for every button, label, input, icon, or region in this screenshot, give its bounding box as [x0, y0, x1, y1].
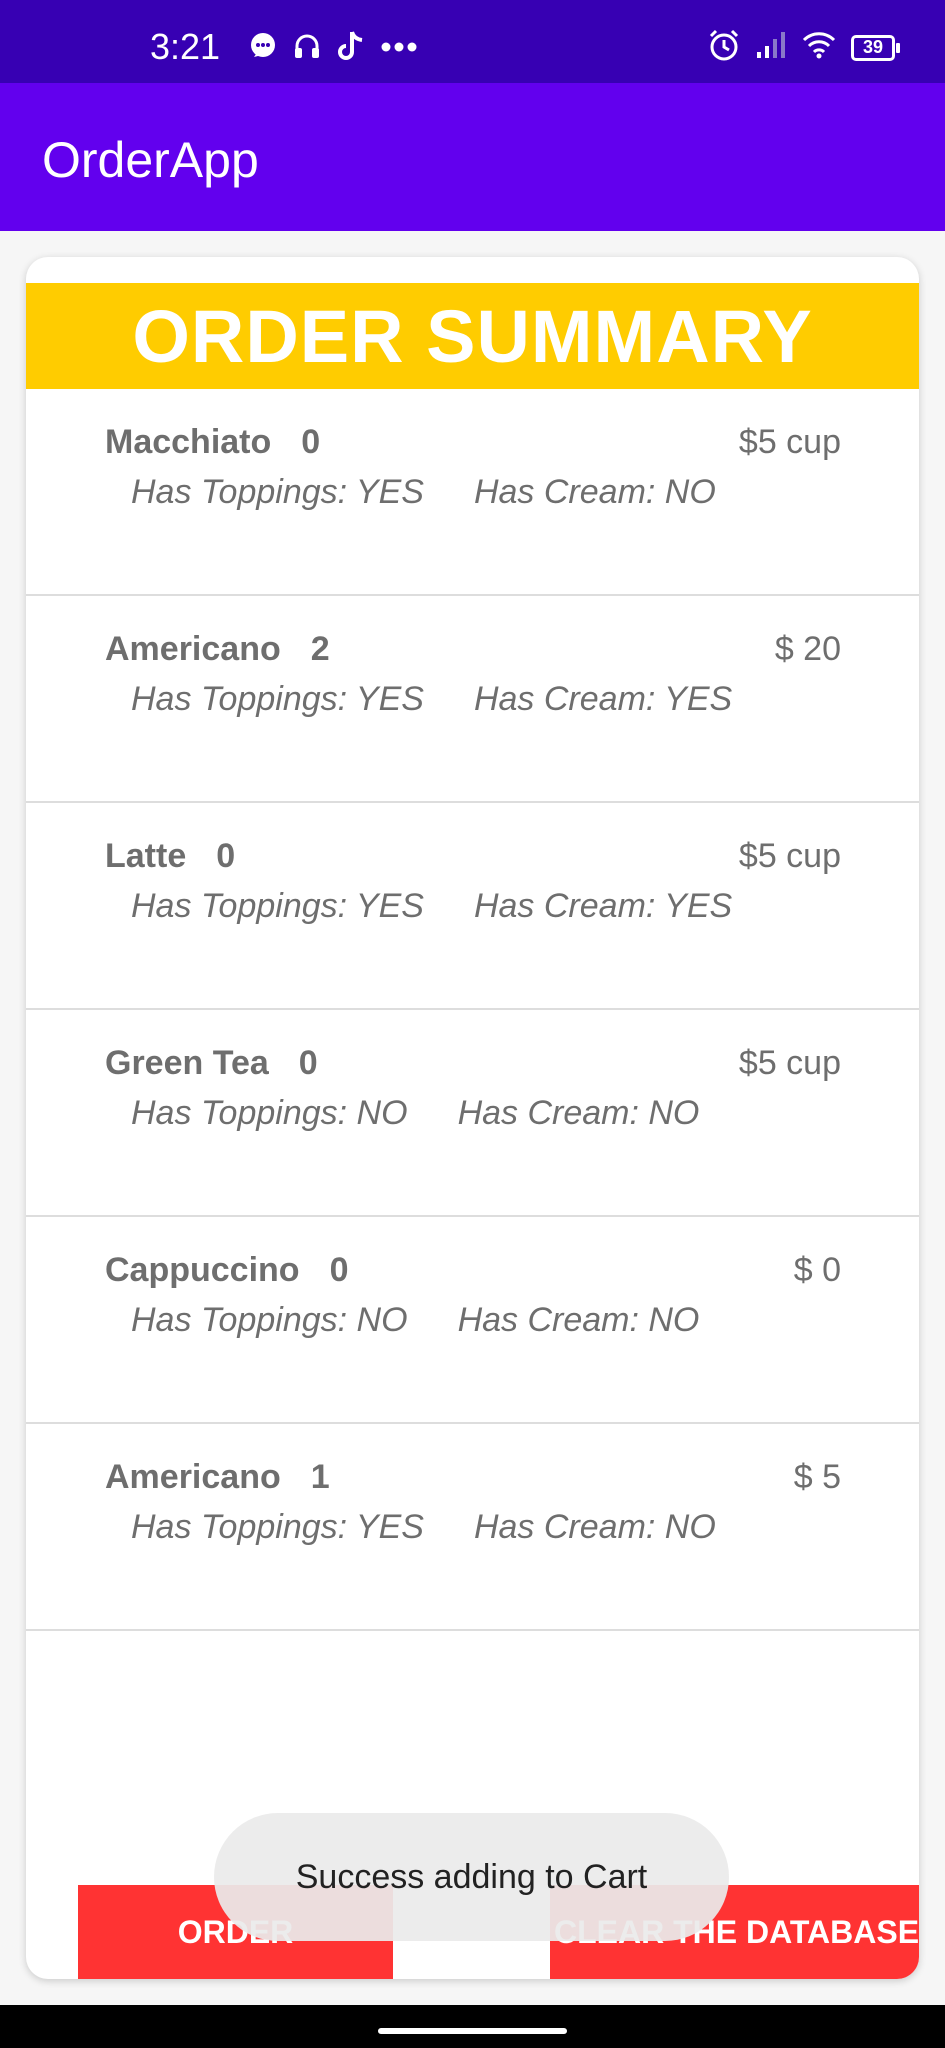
item-cream: Has Cream: NO: [473, 473, 716, 511]
item-name: Americano: [105, 630, 281, 668]
system-icons: 39: [707, 28, 900, 67]
home-gesture-handle[interactable]: [378, 2028, 567, 2034]
order-summary-card: ORDER SUMMARY Macchiato 0 $5 cup Has Topp…: [26, 257, 919, 1979]
alarm-icon: [707, 28, 741, 67]
status-time: 3:21: [150, 26, 221, 67]
item-toppings: Has Toppings: YES: [131, 887, 424, 925]
item-cream: Has Cream: NO: [473, 1508, 716, 1546]
item-price: $ 0: [793, 1251, 841, 1289]
order-item: Green Tea 0 $5 cup Has Toppings: NO Has Cr…: [26, 1010, 919, 1217]
signal-icon: [755, 30, 787, 65]
item-toppings: Has Toppings: NO: [131, 1094, 408, 1132]
battery-icon: 39: [851, 34, 900, 61]
item-price: $ 5: [793, 1458, 841, 1496]
order-summary-title: ORDER SUMMARY: [132, 294, 813, 378]
app-title: OrderApp: [42, 132, 259, 188]
more-icon: [380, 40, 418, 58]
item-cream: Has Cream: NO: [457, 1094, 700, 1132]
item-name: Americano: [105, 1458, 281, 1496]
order-summary-header: ORDER SUMMARY: [26, 283, 919, 389]
item-price: $5 cup: [738, 423, 841, 461]
order-item: Americano 1 $ 5 Has Toppings: YES Has Crea…: [26, 1424, 919, 1631]
item-quantity: 0: [216, 837, 236, 875]
order-list: Macchiato 0 $5 cup Has Toppings: YES Has C…: [26, 389, 919, 1631]
order-item: Americano 2 $ 20 Has Toppings: YES Has Cre…: [26, 596, 919, 803]
item-quantity: 1: [310, 1458, 330, 1496]
wifi-icon: [801, 30, 837, 65]
status-bar: 3:21 39: [0, 0, 945, 83]
navigation-bar: [0, 2005, 945, 2048]
item-name: Cappuccino: [105, 1251, 300, 1289]
item-price: $5 cup: [738, 837, 841, 875]
chat-icon: [248, 31, 278, 66]
toast-message: Success adding to Cart: [214, 1813, 729, 1941]
battery-level: 39: [851, 34, 895, 61]
item-price: $5 cup: [738, 1044, 841, 1082]
item-quantity: 0: [329, 1251, 349, 1289]
item-quantity: 2: [310, 630, 330, 668]
item-cream: Has Cream: NO: [457, 1301, 700, 1339]
item-name: Macchiato: [105, 423, 272, 461]
item-price: $ 20: [774, 630, 841, 668]
order-item: Macchiato 0 $5 cup Has Toppings: YES Has C…: [26, 389, 919, 596]
item-name: Latte: [105, 837, 187, 875]
item-cream: Has Cream: YES: [473, 680, 733, 718]
item-quantity: 0: [298, 1044, 318, 1082]
item-name: Green Tea: [105, 1044, 269, 1082]
item-quantity: 0: [301, 423, 321, 461]
notification-icons: [248, 30, 418, 67]
item-cream: Has Cream: YES: [473, 887, 733, 925]
order-item: Latte 0 $5 cup Has Toppings: YES Has Cream…: [26, 803, 919, 1010]
item-toppings: Has Toppings: YES: [131, 1508, 424, 1546]
item-toppings: Has Toppings: YES: [131, 680, 424, 718]
item-toppings: Has Toppings: NO: [131, 1301, 408, 1339]
headset-icon: [292, 31, 322, 66]
order-item: Cappuccino 0 $ 0 Has Toppings: NO Has Crea…: [26, 1217, 919, 1424]
item-toppings: Has Toppings: YES: [131, 473, 424, 511]
app-bar: OrderApp: [0, 83, 945, 231]
tiktok-icon: [336, 30, 366, 67]
